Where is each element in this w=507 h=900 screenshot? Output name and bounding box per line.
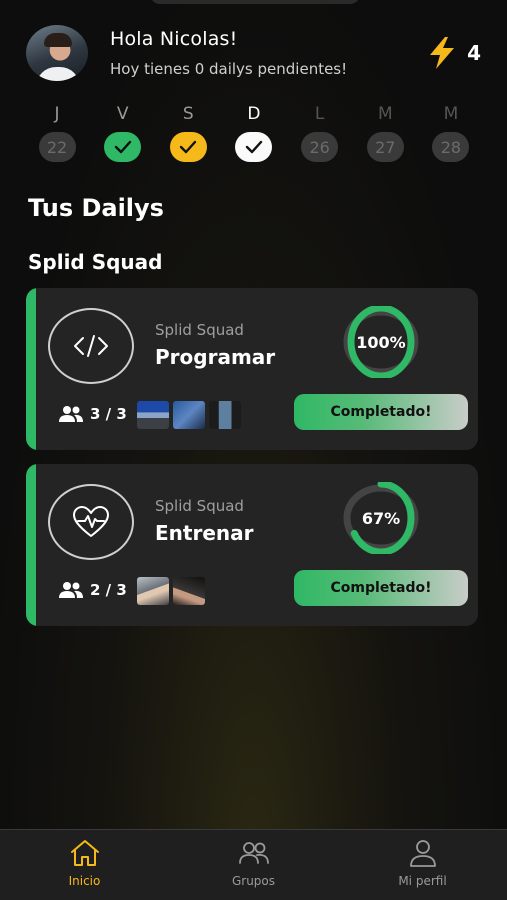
day-number: 27 <box>366 132 404 162</box>
status-completed-button[interactable]: Completado! <box>294 394 468 430</box>
day-letter: M <box>377 104 393 124</box>
member-photo[interactable] <box>137 401 169 429</box>
week-day[interactable]: S <box>169 104 207 162</box>
top-notch <box>150 0 360 4</box>
day-number: 26 <box>301 132 339 162</box>
progress-ring: 67% <box>340 480 422 556</box>
heartbeat-icon <box>73 506 109 537</box>
members-count-text: 3 / 3 <box>90 405 127 423</box>
member-photos <box>137 577 205 605</box>
day-letter: J <box>54 104 60 124</box>
day-letter: L <box>314 104 325 124</box>
daily-card-entrenar[interactable]: Splid Squad Entrenar 67% 2 / 3 Completad… <box>26 464 478 626</box>
nav-label: Grupos <box>231 874 276 888</box>
nav-label: Mi perfil <box>398 874 447 888</box>
week-day[interactable]: J 22 <box>38 104 76 162</box>
day-completed <box>104 132 142 162</box>
day-completed <box>235 132 273 162</box>
group-icon <box>59 582 83 598</box>
checkmark-icon <box>245 140 263 154</box>
bottom-nav: Inicio Grupos Mi perfil <box>0 829 507 900</box>
progress-label: 67% <box>361 508 401 528</box>
members-count: 3 / 3 <box>58 405 127 423</box>
checkmark-icon <box>114 140 131 154</box>
day-letter: M <box>443 104 459 124</box>
week-day[interactable]: V <box>104 104 142 162</box>
squad-title: Splid Squad <box>28 250 163 274</box>
week-day[interactable]: M 28 <box>432 104 470 162</box>
task-icon-circle <box>48 308 134 384</box>
nav-label: Inicio <box>68 874 101 888</box>
group-icon <box>59 406 83 422</box>
status-completed-button[interactable]: Completado! <box>294 570 468 606</box>
daily-card-programar[interactable]: Splid Squad Programar 100% 3 / 3 Complet… <box>26 288 478 450</box>
streak-counter: 4 <box>427 36 481 70</box>
day-letter: V <box>116 104 129 124</box>
week-day[interactable]: L 26 <box>301 104 339 162</box>
section-title: Tus Dailys <box>28 194 164 222</box>
day-number: 22 <box>38 132 76 162</box>
member-photo[interactable] <box>209 401 241 429</box>
week-day[interactable]: M 27 <box>366 104 404 162</box>
day-letter: S <box>182 104 194 124</box>
avatar[interactable] <box>26 25 88 81</box>
card-task-name: Programar <box>155 345 276 369</box>
card-task-name: Entrenar <box>155 521 254 545</box>
card-squad-name: Splid Squad <box>155 321 244 339</box>
progress-label: 100% <box>356 332 406 352</box>
day-letter: D <box>247 104 261 124</box>
nav-item-inicio[interactable]: Inicio <box>0 830 169 900</box>
task-icon-circle <box>48 484 134 560</box>
home-icon <box>70 840 99 866</box>
day-completed <box>169 132 207 162</box>
header: Hola Nicolas! Hoy tienes 0 dailys pendie… <box>26 22 481 84</box>
day-number: 28 <box>432 132 470 162</box>
card-accent-bar <box>26 464 36 626</box>
user-icon <box>409 840 436 867</box>
nav-item-mi-perfil[interactable]: Mi perfil <box>338 830 507 900</box>
pending-dailys-text: Hoy tienes 0 dailys pendientes! <box>110 60 348 78</box>
checkmark-icon <box>180 140 197 154</box>
member-photo[interactable] <box>173 577 205 605</box>
progress-ring: 100% <box>340 304 422 380</box>
groups-icon <box>238 842 269 864</box>
greeting: Hola Nicolas! <box>110 28 238 50</box>
card-accent-bar <box>26 288 36 450</box>
member-photo[interactable] <box>173 401 205 429</box>
members-count-text: 2 / 3 <box>90 581 127 599</box>
member-photo[interactable] <box>137 577 169 605</box>
member-photos <box>137 401 241 429</box>
members-count: 2 / 3 <box>58 581 127 599</box>
nav-item-grupos[interactable]: Grupos <box>169 830 338 900</box>
lightning-icon <box>430 37 455 69</box>
week-day-today[interactable]: D <box>235 104 273 162</box>
code-icon <box>74 335 108 357</box>
card-squad-name: Splid Squad <box>155 497 244 515</box>
streak-count: 4 <box>467 41 481 65</box>
week-strip: J 22 V S D L 26 M 27 M 28 <box>38 104 470 162</box>
